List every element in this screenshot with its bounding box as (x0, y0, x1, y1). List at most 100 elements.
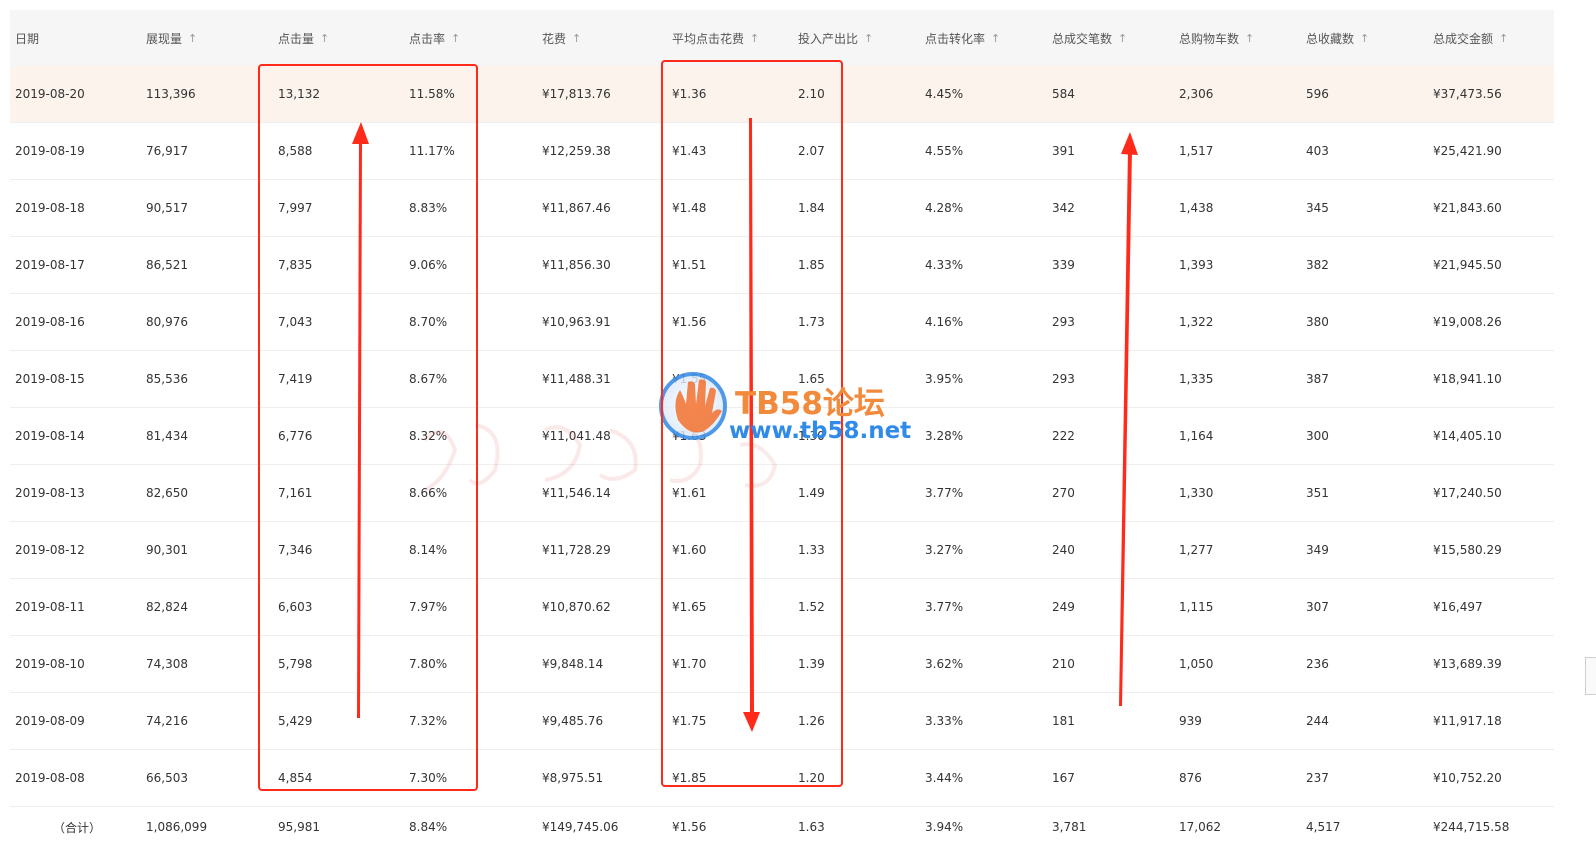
cell-total-favorites: 351 (1306, 486, 1329, 500)
cell-total-favorites: 236 (1306, 657, 1329, 671)
sort-arrow-icon[interactable]: ↑ (1360, 32, 1369, 45)
cell-total-favorites: 387 (1306, 372, 1329, 386)
cell-impressions: 80,976 (146, 315, 188, 329)
header-conversion-rate[interactable]: 点击转化率 ↑ (925, 10, 1000, 66)
cell-roi: 1.85 (798, 258, 825, 272)
cell-roi: 2.10 (798, 87, 825, 101)
header-total-revenue[interactable]: 总成交金额 ↑ (1433, 10, 1508, 66)
cell-date: 2019-08-15 (15, 372, 85, 386)
table-row: 2019-08-20 113,396 13,132 11.58% ¥17,813.76 ¥… (10, 66, 1554, 123)
cell-impressions: 74,308 (146, 657, 188, 671)
cell-avg-cpc: ¥1.65 (672, 600, 707, 614)
cell-avg-cpc: ¥1.85 (672, 771, 707, 785)
header-clicks[interactable]: 点击量 ↑ (278, 10, 329, 66)
side-scroll-handle[interactable] (1585, 657, 1596, 695)
cell-total-orders: 270 (1052, 486, 1075, 500)
watermark-url: www.tb58.net (729, 418, 912, 444)
cell-clicks: 7,997 (278, 201, 313, 215)
table-row: 2019-08-13 82,650 7,161 8.66% ¥11,546.14 ¥1.6… (10, 465, 1554, 522)
cell-total-favorites: 349 (1306, 543, 1329, 557)
cell-total-cart: 1,277 (1179, 543, 1214, 557)
sort-arrow-icon[interactable]: ↑ (572, 32, 581, 45)
cell-date: 2019-08-20 (15, 87, 85, 101)
cell-total-revenue: ¥25,421.90 (1433, 144, 1502, 158)
cell-conversion-rate: 4.55% (925, 144, 964, 158)
sort-arrow-icon[interactable]: ↑ (991, 32, 1000, 45)
cell-total-favorites: 382 (1306, 258, 1329, 272)
total-total-revenue: ¥244,715.58 (1433, 820, 1510, 834)
cell-total-cart: 1,335 (1179, 372, 1214, 386)
header-date[interactable]: 日期 (15, 10, 39, 66)
cell-cost: ¥10,963.91 (542, 315, 611, 329)
sort-arrow-icon[interactable]: ↑ (864, 32, 873, 45)
table-row: 2019-08-17 86,521 7,835 9.06% ¥11,856.30 ¥1.5… (10, 237, 1554, 294)
cell-avg-cpc: ¥1.55 (672, 372, 707, 386)
cell-ctr: 11.58% (409, 87, 455, 101)
cell-clicks: 7,835 (278, 258, 313, 272)
cell-total-revenue: ¥17,240.50 (1433, 486, 1502, 500)
header-cost[interactable]: 花费 ↑ (542, 10, 581, 66)
cell-conversion-rate: 3.28% (925, 429, 964, 443)
cell-impressions: 90,517 (146, 201, 188, 215)
header-roi[interactable]: 投入产出比 ↑ (798, 10, 873, 66)
cell-total-revenue: ¥37,473.56 (1433, 87, 1502, 101)
header-label: 投入产出比 (798, 31, 859, 46)
header-label: 花费 (542, 31, 567, 46)
header-label: 点击转化率 (925, 31, 986, 46)
cell-total-revenue: ¥10,752.20 (1433, 771, 1502, 785)
cell-total-revenue: ¥16,497 (1433, 600, 1483, 614)
total-total-orders: 3,781 (1052, 820, 1087, 834)
cell-total-cart: 1,115 (1179, 600, 1214, 614)
cell-total-revenue: ¥21,843.60 (1433, 201, 1502, 215)
sort-arrow-icon[interactable]: ↑ (1245, 32, 1254, 45)
cell-total-orders: 339 (1052, 258, 1075, 272)
header-impressions[interactable]: 展现量 ↑ (146, 10, 197, 66)
cell-date: 2019-08-17 (15, 258, 85, 272)
table-row: 2019-08-19 76,917 8,588 11.17% ¥12,259.38 ¥1.… (10, 123, 1554, 180)
cell-clicks: 5,798 (278, 657, 313, 671)
cell-roi: 1.20 (798, 771, 825, 785)
total-total-favorites: 4,517 (1306, 820, 1341, 834)
header-total-orders[interactable]: 总成交笔数 ↑ (1052, 10, 1127, 66)
cell-total-favorites: 307 (1306, 600, 1329, 614)
cell-cost: ¥9,485.76 (542, 714, 604, 728)
cell-avg-cpc: ¥1.56 (672, 315, 707, 329)
header-label: 总购物车数 (1179, 31, 1240, 46)
cell-total-favorites: 345 (1306, 201, 1329, 215)
cell-roi: 2.07 (798, 144, 825, 158)
cell-total-orders: 181 (1052, 714, 1075, 728)
header-avg-cpc[interactable]: 平均点击花费 ↑ (672, 10, 759, 66)
header-ctr[interactable]: 点击率 ↑ (409, 10, 460, 66)
cell-impressions: 74,216 (146, 714, 188, 728)
cell-total-orders: 167 (1052, 771, 1075, 785)
sort-arrow-icon[interactable]: ↑ (750, 32, 759, 45)
cell-cost: ¥11,546.14 (542, 486, 611, 500)
cell-cost: ¥17,813.76 (542, 87, 611, 101)
cell-date: 2019-08-18 (15, 201, 85, 215)
cell-total-favorites: 300 (1306, 429, 1329, 443)
sort-arrow-icon[interactable]: ↑ (1499, 32, 1508, 45)
cell-cost: ¥8,975.51 (542, 771, 604, 785)
table-row: 2019-08-08 66,503 4,854 7.30% ¥8,975.51 ¥1.85… (10, 750, 1554, 807)
header-label: 平均点击花费 (672, 31, 745, 46)
cell-roi: 1.73 (798, 315, 825, 329)
cell-clicks: 6,603 (278, 600, 313, 614)
cell-avg-cpc: ¥1.48 (672, 201, 707, 215)
sort-arrow-icon[interactable]: ↑ (1118, 32, 1127, 45)
cell-conversion-rate: 3.77% (925, 486, 964, 500)
cell-avg-cpc: ¥1.43 (672, 144, 707, 158)
sort-arrow-icon[interactable]: ↑ (320, 32, 329, 45)
cell-date: 2019-08-11 (15, 600, 85, 614)
header-total-cart[interactable]: 总购物车数 ↑ (1179, 10, 1254, 66)
cell-conversion-rate: 3.33% (925, 714, 964, 728)
cell-total-cart: 1,322 (1179, 315, 1214, 329)
cell-total-revenue: ¥21,945.50 (1433, 258, 1502, 272)
total-avg-cpc: ¥1.56 (672, 820, 707, 834)
sort-arrow-icon[interactable]: ↑ (451, 32, 460, 45)
cell-total-revenue: ¥13,689.39 (1433, 657, 1502, 671)
cell-avg-cpc: ¥1.75 (672, 714, 707, 728)
header-total-favorites[interactable]: 总收藏数 ↑ (1306, 10, 1369, 66)
cell-total-revenue: ¥11,917.18 (1433, 714, 1502, 728)
cell-cost: ¥11,488.31 (542, 372, 611, 386)
sort-arrow-icon[interactable]: ↑ (188, 32, 197, 45)
